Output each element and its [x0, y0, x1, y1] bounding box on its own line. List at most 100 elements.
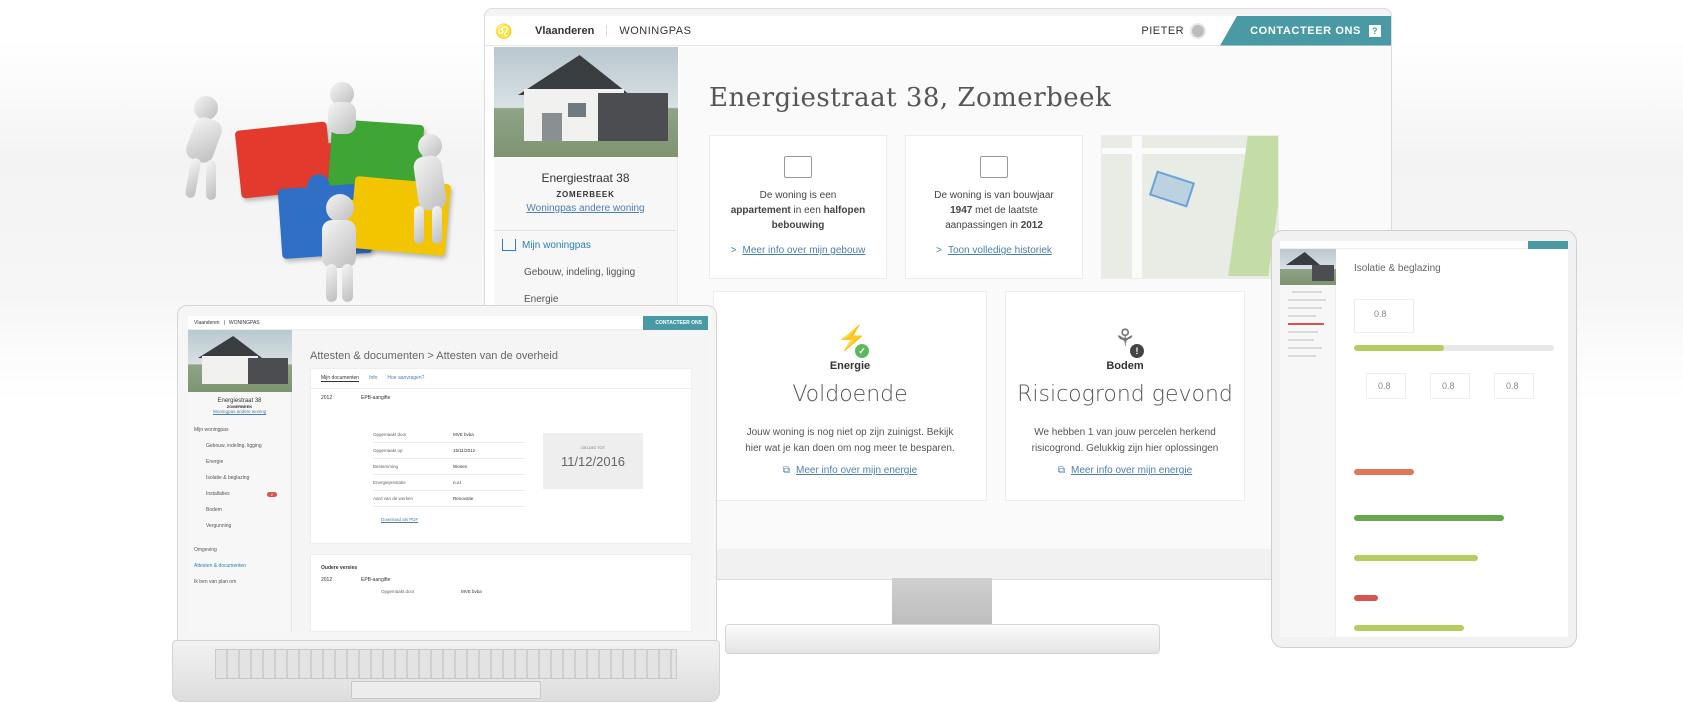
laptop-main: Attesten & documenten > Attesten van de …	[292, 330, 708, 632]
energy-text: Jouw woning is nog niet op zijn zuinigst…	[745, 427, 955, 454]
tab-info[interactable]: Info	[369, 375, 377, 382]
figure-head-right	[418, 134, 442, 158]
figure-leg-front-2	[342, 264, 353, 302]
tablet-screen: Isolatie & beglazing 0.8 0.8 0.8 0.8	[1280, 241, 1568, 637]
user-menu[interactable]: PIETER	[1141, 22, 1207, 39]
laptop-screen: Vlaanderen | WONINGPAS CONTACTEER ONS En…	[188, 316, 708, 632]
monitor-neck	[892, 578, 992, 626]
address-city: ZOMERBEEK	[556, 190, 615, 199]
parcel-marker	[1148, 170, 1196, 208]
tab-hoe-aanvragen[interactable]: Hoe aanvragen?	[387, 375, 424, 382]
soil-status: Risicogrond gevond	[1017, 382, 1233, 407]
contact-button[interactable]: CONTACTEER ONS ?	[1220, 16, 1391, 46]
chevron-right-icon: >	[730, 245, 737, 256]
laptop-trackpad	[351, 681, 541, 699]
tablet-value: 0.8	[1374, 309, 1387, 319]
lightning-icon: ⚡ ✓	[837, 324, 869, 358]
document-name[interactable]: EPB-aangifte	[361, 395, 390, 401]
other-home-link[interactable]: Woningpas andere woning	[494, 203, 677, 214]
download-pdf-link[interactable]: Download als PDF	[381, 517, 418, 522]
tablet-main: Isolatie & beglazing 0.8 0.8 0.8 0.8	[1336, 249, 1568, 637]
installaties-badge: 2	[266, 491, 277, 497]
laptop-nav: Mijn woningpas Gebouw, indeling, ligging…	[188, 422, 291, 590]
soil-title: Bodem	[1106, 360, 1144, 372]
figure-leg-front	[326, 264, 337, 302]
tablet-value-b: 0.8	[1442, 381, 1455, 391]
laptop-nav-bodem[interactable]: Bodem	[188, 502, 291, 518]
laptop-nav-attesten[interactable]: Attesten & documenten	[188, 558, 291, 574]
check-badge-icon: ✓	[855, 344, 869, 358]
figure-body-left	[183, 114, 225, 166]
external-link-icon: ⧉	[1057, 465, 1065, 476]
laptop-base	[172, 640, 720, 702]
energy-link[interactable]: ⧉ Meer info over mijn energie	[714, 457, 986, 478]
laptop-other-home-link[interactable]: Woningpas andere woning	[188, 409, 291, 414]
laptop-sidebar: Energiestraat 38 ZOMERBEEK Woningpas and…	[188, 330, 292, 632]
home-icon	[502, 239, 516, 251]
tablet-value-c: 0.8	[1506, 381, 1519, 391]
figure-head-front	[326, 194, 354, 222]
monitor-base	[725, 624, 1160, 654]
page-title: Energiestraat 38, Zomerbeek	[709, 83, 1112, 113]
valid-until-date: 11/12/2016	[560, 454, 626, 469]
top-navigation-bar: ♌ Vlaanderen WONINGPAS PIETER CONTACTEER…	[485, 16, 1391, 46]
older-document-name[interactable]: EPB-aangifte	[361, 577, 390, 583]
laptop-nav-isolatie[interactable]: Isolatie & beglazing	[188, 470, 291, 486]
figure-leg-right	[414, 206, 424, 244]
older-versions-title: Oudere versies	[321, 565, 358, 571]
contact-label: CONTACTEER ONS	[1250, 24, 1361, 37]
user-name: PIETER	[1141, 24, 1185, 37]
laptop-contact-button[interactable]: CONTACTEER ONS	[643, 316, 708, 330]
external-link-icon: ⧉	[782, 465, 790, 476]
building-icon	[784, 156, 812, 178]
laptop-lid: Vlaanderen | WONINGPAS CONTACTEER ONS En…	[177, 305, 717, 649]
laptop-nav-gebouw[interactable]: Gebouw, indeling, ligging	[188, 438, 291, 454]
tablet-page-title: Isolatie & beglazing	[1354, 263, 1441, 274]
tablet-house-photo	[1280, 249, 1336, 285]
laptop-app[interactable]: WONINGPAS	[229, 320, 260, 326]
laptop-nav-mijn-woningpas[interactable]: Mijn woningpas	[188, 422, 291, 438]
valid-until-box: GELDIG TOT 11/12/2016	[543, 433, 643, 489]
history-card: De woning is van bouwjaar 1947 met de la…	[905, 135, 1083, 279]
building-text: De woning is een appartement in een half…	[730, 190, 866, 231]
avatar	[1190, 22, 1207, 39]
energy-status: Voldoende	[792, 382, 908, 407]
sidebar-item-mijn-woningpas[interactable]: Mijn woningpas	[494, 231, 677, 259]
sidebar-nav: Mijn woningpas Gebouw, indeling, ligging…	[494, 230, 677, 313]
laptop-page-title: Attesten & documenten > Attesten van de …	[310, 350, 558, 362]
tablet-device: Isolatie & beglazing 0.8 0.8 0.8 0.8	[1271, 230, 1577, 648]
building-info-link[interactable]: > Meer info over mijn gebouw	[710, 245, 886, 256]
address-street: Energiestraat 38	[541, 171, 630, 185]
tablet-sidebar	[1280, 249, 1336, 637]
sidebar-item-label: Mijn woningpas	[522, 239, 591, 251]
laptop-nav-vergunning[interactable]: Vergunning	[188, 518, 291, 534]
soil-text: We hebben 1 van jouw percelen herkend ris…	[1031, 427, 1219, 454]
house-photo	[494, 47, 678, 157]
brand-name[interactable]: Vlaanderen	[523, 24, 608, 37]
laptop-nav-installaties[interactable]: Installaties 2	[188, 486, 291, 502]
documents-tabs: Mijn documenten Info Hoe aanvragen?	[311, 369, 691, 389]
address-block: Energiestraat 38 ZOMERBEEK Woningpas and…	[494, 157, 677, 214]
laptop-nav-energie[interactable]: Energie	[188, 454, 291, 470]
location-map[interactable]	[1101, 135, 1279, 279]
laptop-brand[interactable]: Vlaanderen	[194, 320, 220, 326]
laptop-keyboard	[215, 649, 677, 679]
history-link[interactable]: > Toon volledige historiek	[906, 245, 1082, 256]
app-name[interactable]: WONINGPAS	[607, 25, 703, 37]
vlaanderen-lion-icon[interactable]: ♌	[493, 20, 515, 42]
warning-badge-icon: !	[1130, 344, 1144, 358]
document-row: 2012 EPB-aangifte	[321, 395, 391, 401]
question-icon: ?	[1369, 24, 1381, 37]
laptop-nav-plan[interactable]: Ik ben van plan om	[188, 574, 291, 590]
energy-title: Energie	[829, 360, 871, 372]
sidebar-item-gebouw[interactable]: Gebouw, indeling, ligging	[494, 259, 677, 286]
tab-mijn-documenten[interactable]: Mijn documenten	[321, 375, 360, 382]
laptop-topbar: Vlaanderen | WONINGPAS CONTACTEER ONS	[188, 316, 708, 330]
laptop-nav-omgeving[interactable]: Omgeving	[188, 542, 291, 558]
building-card: De woning is een appartement in een half…	[709, 135, 887, 279]
older-versions-card: Oudere versies 2012 EPB-aangifte Opgemaa…	[310, 554, 692, 632]
tablet-contact-button[interactable]	[1528, 241, 1568, 249]
calendar-icon	[980, 156, 1008, 178]
soil-link[interactable]: ⧉ Meer info over mijn energie	[1006, 457, 1244, 478]
soil-card: ⚘ ! Bodem Risicogrond gevond We hebben 1…	[1005, 291, 1245, 501]
